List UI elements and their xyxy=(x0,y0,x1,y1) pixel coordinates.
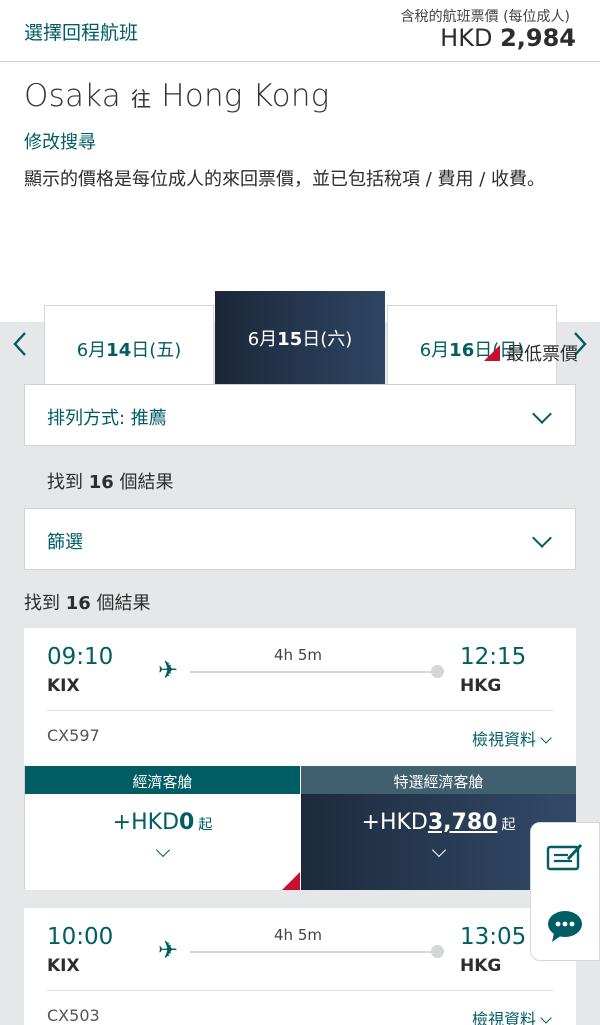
total-price: HKD 2,984 xyxy=(440,24,576,52)
date-month: 6月 xyxy=(247,329,278,350)
flight-number: CX597 xyxy=(47,726,100,745)
destination-city: Hong Kong xyxy=(161,78,330,114)
date-weekday: 日(五) xyxy=(131,340,182,361)
route-title: Osaka 往 Hong Kong xyxy=(24,78,329,114)
top-bar: 選擇回程航班 含稅的航班票價 (每位成人) HKD 2,984 xyxy=(0,0,600,62)
premium-price-from: 起 xyxy=(501,817,516,833)
date-month: 6月 xyxy=(76,340,107,361)
economy-header: 經濟客艙 xyxy=(25,766,300,794)
results-prefix: 找到 xyxy=(47,472,83,493)
origin-city: Osaka xyxy=(24,78,121,114)
arrival-airport: HKG xyxy=(460,676,502,696)
chevron-down-icon xyxy=(532,404,552,424)
results-number: 16 xyxy=(88,472,114,493)
route-to-word: 往 xyxy=(131,87,152,111)
chevron-down-icon xyxy=(155,842,170,858)
date-selector: 6月14日(五) 6月15日(六) 6月16日(日) xyxy=(0,291,600,384)
price-notice: 顯示的價格是每位成人的來回票價，並已包括稅項 / 費用 / 收費。 xyxy=(24,169,546,190)
flight-card: 10:00 KIX ✈ 4h 5m 13:05 HKG CX503 檢視資料 xyxy=(24,908,576,1025)
modify-search-link[interactable]: 修改搜尋 xyxy=(24,128,96,154)
lowest-fare-label: 最低票價 xyxy=(506,344,578,365)
chevron-down-icon xyxy=(431,842,446,858)
premium-price-amount: 3,780 xyxy=(427,810,498,835)
results-count: 找到 16 個結果 xyxy=(47,468,174,494)
results-number: 16 xyxy=(65,593,91,614)
price-note: 含稅的航班票價 (每位成人) xyxy=(400,9,570,25)
chevron-down-icon xyxy=(540,732,552,744)
view-details-link[interactable]: 檢視資料 xyxy=(471,1006,552,1025)
date-tab-selected[interactable]: 6月15日(六) xyxy=(215,291,385,384)
results-prefix: 找到 xyxy=(24,593,60,614)
economy-price-from: 起 xyxy=(198,817,213,833)
view-details-link[interactable]: 檢視資料 xyxy=(471,726,552,750)
departure-airport: KIX xyxy=(47,676,80,696)
filter-dropdown[interactable]: 篩選 xyxy=(24,508,576,570)
route-line xyxy=(190,671,433,673)
date-tab-prev[interactable]: 6月14日(五) xyxy=(44,305,214,384)
date-day: 15 xyxy=(277,329,303,350)
flight-duration: 4h 5m xyxy=(274,926,322,944)
divider xyxy=(47,710,553,711)
flight-duration: 4h 5m xyxy=(274,646,322,664)
results-suffix: 個結果 xyxy=(96,593,151,614)
date-day: 14 xyxy=(106,340,132,361)
lowest-fare-marker-icon xyxy=(282,872,300,890)
lowest-fare-marker-icon xyxy=(484,345,500,361)
sort-dropdown[interactable]: 排列方式: 推薦 xyxy=(24,384,576,446)
view-details-label: 檢視資料 xyxy=(471,730,536,749)
date-day: 16 xyxy=(449,340,475,361)
feedback-button[interactable] xyxy=(530,822,600,892)
results-count: 找到 16 個結果 xyxy=(24,589,151,615)
price-value: 2,984 xyxy=(500,24,576,52)
date-weekday: 日(六) xyxy=(302,329,353,350)
route-end-dot xyxy=(431,945,444,958)
divider xyxy=(47,990,553,991)
departure-airport: KIX xyxy=(47,956,80,976)
results-suffix: 個結果 xyxy=(119,472,174,493)
view-details-label: 檢視資料 xyxy=(471,1010,536,1025)
flight-card: 09:10 KIX ✈ 4h 5m 12:15 HKG CX597 檢視資料 經… xyxy=(24,628,576,890)
route-header: Osaka 往 Hong Kong 修改搜尋 顯示的價格是每位成人的來回票價，並… xyxy=(0,62,600,384)
chevron-down-icon xyxy=(532,528,552,548)
chat-button[interactable] xyxy=(530,891,600,961)
arrival-airport: HKG xyxy=(460,956,502,976)
premium-economy-header: 特選經濟客艙 xyxy=(301,766,576,794)
economy-price: +HKD0 起 xyxy=(25,810,300,835)
chevron-down-icon xyxy=(540,1012,552,1024)
plane-icon: ✈ xyxy=(158,656,179,684)
chat-icon xyxy=(548,910,582,942)
departure-time: 10:00 xyxy=(47,924,114,950)
flight-number: CX503 xyxy=(47,1006,100,1025)
plane-icon: ✈ xyxy=(158,936,179,964)
sort-label: 排列方式: 推薦 xyxy=(47,408,167,429)
economy-fare-option[interactable]: 經濟客艙 +HKD0 起 xyxy=(24,766,300,890)
economy-price-amount: 0 xyxy=(179,810,195,835)
chevron-left-icon[interactable] xyxy=(12,331,28,364)
filter-label: 篩選 xyxy=(47,532,83,553)
arrival-time: 12:15 xyxy=(460,644,527,670)
page-title: 選擇回程航班 xyxy=(24,22,139,44)
lowest-fare-legend: 最低票價 xyxy=(484,340,578,366)
feedback-icon xyxy=(546,843,583,871)
arrival-time: 13:05 xyxy=(460,924,527,950)
route-line xyxy=(190,951,433,953)
departure-time: 09:10 xyxy=(47,644,114,670)
economy-price-prefix: +HKD xyxy=(112,810,180,835)
route-end-dot xyxy=(431,665,444,678)
premium-price-prefix: +HKD xyxy=(361,810,428,835)
price-currency: HKD xyxy=(440,24,493,52)
date-month: 6月 xyxy=(419,340,450,361)
